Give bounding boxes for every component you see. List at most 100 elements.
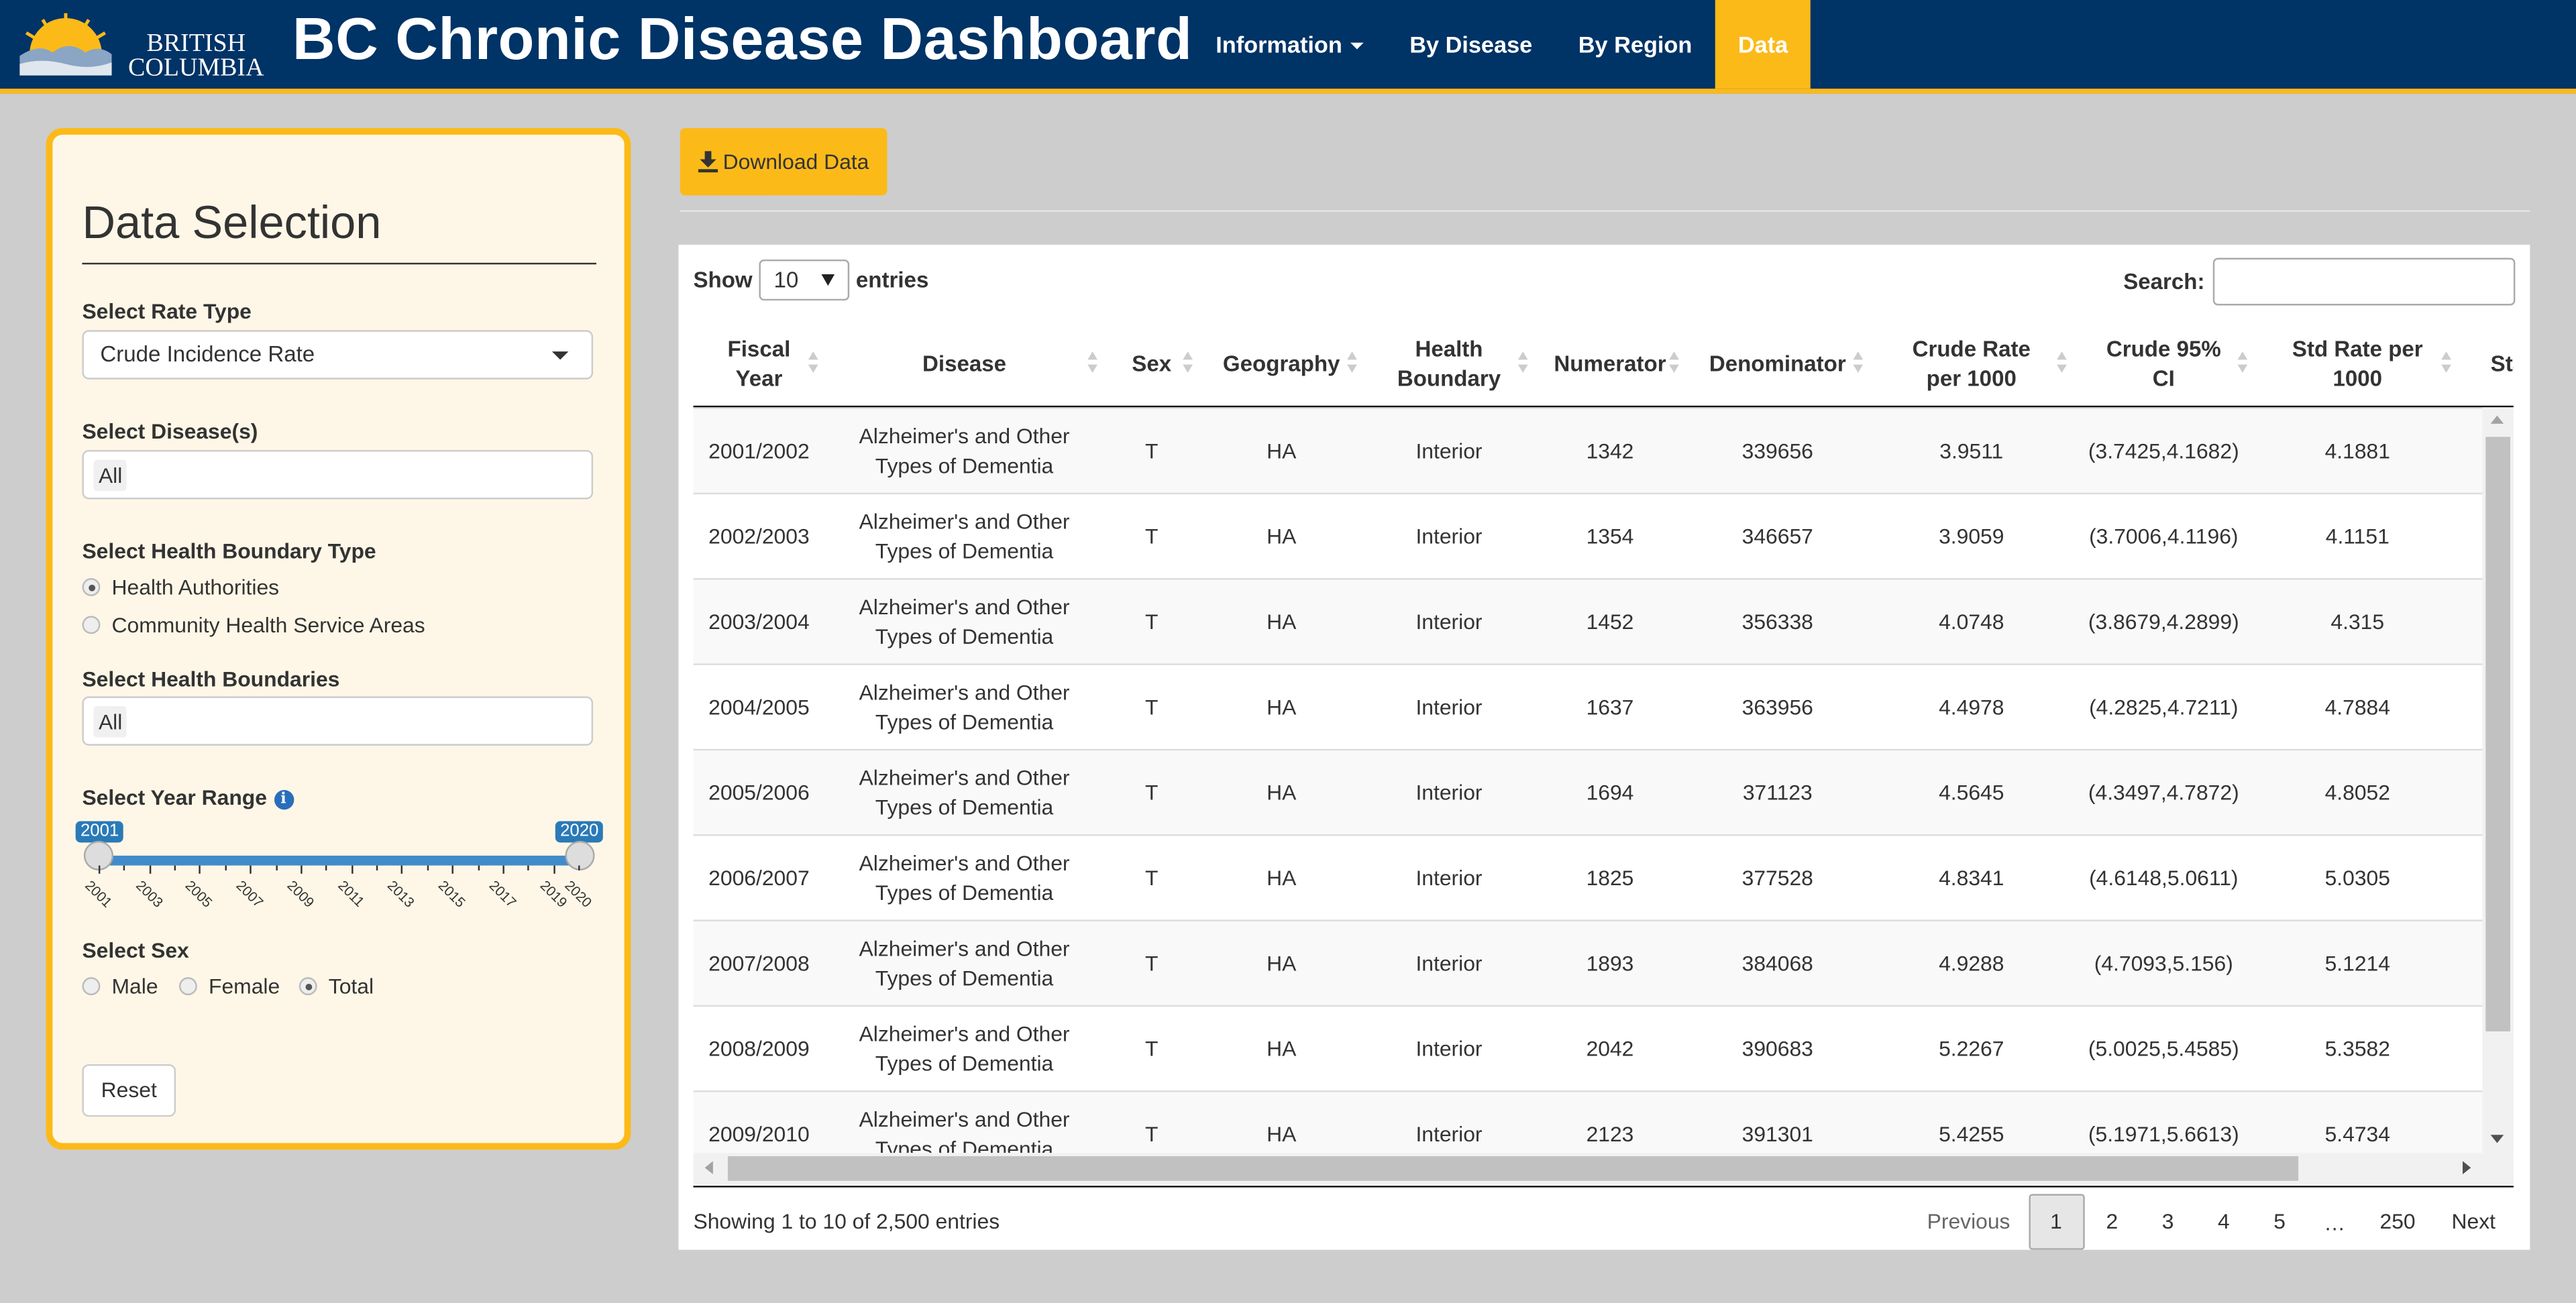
radio-button[interactable]	[82, 977, 101, 996]
radio-label: Female	[209, 974, 280, 999]
sort-icon[interactable]	[1517, 351, 1528, 374]
slider-tick	[149, 865, 151, 874]
reset-button[interactable]: Reset	[82, 1064, 176, 1117]
sort-icon[interactable]	[1183, 351, 1193, 374]
col-geography-cell: HA	[1267, 694, 1297, 720]
radio-sex-total[interactable]: Total	[299, 974, 374, 999]
column-header-label: Disease	[922, 351, 1007, 376]
sort-icon[interactable]	[2441, 351, 2451, 374]
sort-icon[interactable]	[1347, 351, 1357, 374]
radio-sex-female[interactable]: Female	[178, 974, 280, 999]
col-sex-header[interactable]: Sex	[1104, 323, 1199, 405]
boundary-tag[interactable]: All	[93, 706, 127, 738]
scrollbar-thumb[interactable]	[727, 1156, 2299, 1181]
page-1-button[interactable]: 1	[2028, 1194, 2084, 1250]
table-row[interactable]: 2004/2005 Alzheimer's and Other Types of …	[693, 663, 2483, 750]
boundaries-multiselect[interactable]: All	[82, 696, 594, 746]
col-health-boundary-header[interactable]: Health Boundary	[1364, 323, 1535, 405]
table-row[interactable]: 2003/2004 Alzheimer's and Other Types of …	[693, 578, 2483, 665]
nav-by-disease[interactable]: By Disease	[1387, 0, 1556, 89]
table-bottom-divider	[693, 1186, 2514, 1188]
year-range-slider[interactable]: 2001 2020 2001 2003 2005 2007 2009 2011 2013 20…	[75, 821, 604, 919]
horizontal-scrollbar[interactable]	[693, 1153, 2514, 1184]
col-crude-rate-header[interactable]: Crude Rate per 1000	[1870, 323, 2074, 405]
radio-sex-male[interactable]: Male	[82, 974, 158, 999]
radio-health-authorities[interactable]: Health Authorities	[82, 575, 279, 600]
scroll-down-icon[interactable]	[2490, 1135, 2504, 1143]
col-health-boundary-cell: Interior	[1415, 1036, 1483, 1062]
sort-icon[interactable]	[1087, 351, 1097, 374]
col-std-ci-header[interactable]: Sta	[2458, 323, 2514, 405]
previous-button[interactable]: Previous	[1909, 1194, 2029, 1249]
nav-information[interactable]: Information	[1193, 0, 1387, 89]
data-selection-panel: Data Selection Select Rate Type Crude In…	[46, 128, 631, 1150]
rate-type-select[interactable]: Crude Incidence Rate	[82, 330, 594, 380]
sort-icon[interactable]	[2237, 351, 2248, 374]
table-row[interactable]: 2008/2009 Alzheimer's and Other Types of …	[693, 1005, 2483, 1092]
next-button[interactable]: Next	[2434, 1194, 2514, 1249]
table-row[interactable]: 2007/2008 Alzheimer's and Other Types of …	[693, 919, 2483, 1007]
sort-icon[interactable]	[1853, 351, 1864, 374]
sort-icon[interactable]	[1669, 351, 1679, 374]
radio-button[interactable]	[82, 578, 101, 596]
page-last-button[interactable]: 250	[2362, 1194, 2434, 1249]
page-5-button[interactable]: 5	[2251, 1194, 2307, 1249]
col-disease-cell: Alzheimer's and Other Types of Dementia	[859, 1107, 1070, 1153]
scroll-left-icon[interactable]	[704, 1161, 713, 1175]
sort-icon[interactable]	[2057, 351, 2067, 374]
nav-information-label: Information	[1216, 31, 1342, 58]
slider-tick	[250, 865, 252, 874]
scroll-right-icon[interactable]	[2463, 1161, 2471, 1175]
col-crude-ci-cell: (3.8679,4.2899)	[2088, 609, 2239, 634]
download-icon	[698, 151, 718, 173]
radio-button[interactable]	[178, 977, 197, 996]
table-row[interactable]: 2009/2010 Alzheimer's and Other Types of …	[693, 1090, 2483, 1153]
col-sex-cell: T	[1144, 438, 1159, 463]
table-row[interactable]: 2006/2007 Alzheimer's and Other Types of …	[693, 834, 2483, 921]
page-3-button[interactable]: 3	[2140, 1194, 2196, 1249]
table-row[interactable]: 2001/2002 Alzheimer's and Other Types of …	[693, 407, 2483, 495]
sort-icon[interactable]	[808, 351, 818, 374]
col-denominator-header[interactable]: Denominator	[1686, 323, 1870, 405]
scrollbar-thumb[interactable]	[2485, 437, 2511, 1031]
scroll-up-icon[interactable]	[2490, 415, 2504, 424]
slider-tick	[325, 865, 328, 870]
slider-track[interactable]	[98, 855, 579, 866]
nav-by-region[interactable]: By Region	[1555, 0, 1715, 89]
search-input[interactable]	[2212, 258, 2516, 306]
bc-logo[interactable]: BRITISH COLUMBIA	[16, 10, 264, 81]
table-info: Showing 1 to 10 of 2,500 entries	[693, 1208, 1000, 1234]
slider-tick	[199, 865, 201, 874]
col-crude-ci-header[interactable]: Crude 95% CI	[2074, 323, 2254, 405]
page-4-button[interactable]: 4	[2196, 1194, 2251, 1249]
slider-tick-label: 2001	[82, 876, 116, 911]
disease-tag[interactable]: All	[93, 459, 127, 492]
col-numerator-cell: 1354	[1586, 524, 1634, 549]
radio-button[interactable]	[82, 616, 101, 634]
col-fiscal-year-header[interactable]: Fiscal Year	[693, 323, 824, 405]
col-denominator-cell: 346657	[1741, 524, 1813, 549]
slider-tick	[527, 865, 530, 870]
radio-chsa[interactable]: Community Health Service Areas	[82, 612, 425, 637]
col-crude-ci-cell: (4.7093,5.156)	[2094, 950, 2233, 976]
nav-data[interactable]: Data	[1715, 0, 1811, 89]
page-2-button[interactable]: 2	[2084, 1194, 2140, 1249]
disease-multiselect[interactable]: All	[82, 450, 594, 500]
col-geography-header[interactable]: Geography	[1199, 323, 1364, 405]
radio-button[interactable]	[299, 977, 317, 996]
info-icon[interactable]: i	[273, 789, 294, 810]
vertical-scrollbar[interactable]	[2482, 407, 2514, 1153]
table-row[interactable]: 2002/2003 Alzheimer's and Other Types of …	[693, 492, 2483, 580]
col-crude-rate-cell: 4.5645	[1939, 780, 2004, 805]
col-std-rate-header[interactable]: Std Rate per 1000	[2257, 323, 2458, 405]
table-search: Search:	[2123, 258, 2516, 306]
col-health-boundary-cell: Interior	[1415, 609, 1483, 634]
col-numerator-header[interactable]: Numerator	[1534, 323, 1685, 405]
page-length-select[interactable]: 10	[759, 259, 850, 301]
download-data-button[interactable]: Download Data	[680, 128, 888, 196]
col-disease-header[interactable]: Disease	[824, 323, 1104, 405]
table-row[interactable]: 2005/2006 Alzheimer's and Other Types of …	[693, 748, 2483, 836]
rate-type-label: Select Rate Type	[82, 298, 252, 324]
radio-label: Total	[328, 974, 374, 999]
col-crude-rate-cell: 4.9288	[1939, 950, 2004, 976]
